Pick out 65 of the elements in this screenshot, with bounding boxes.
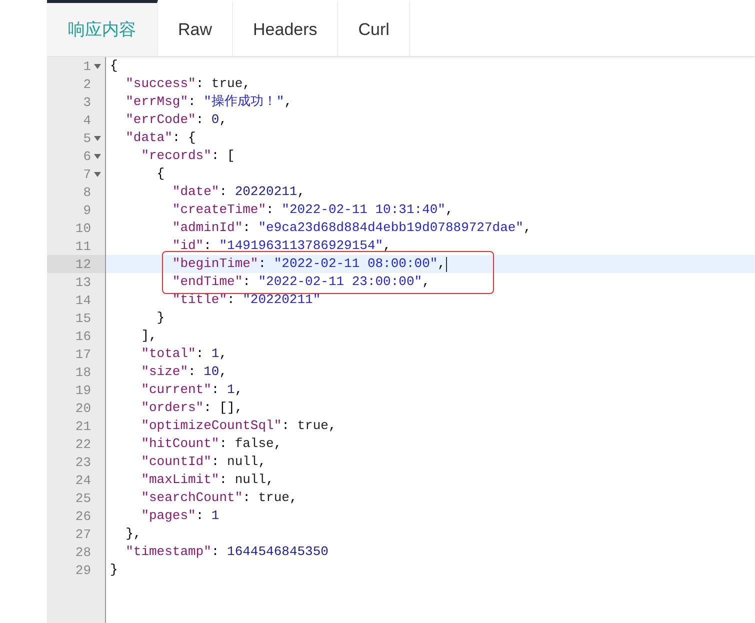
line-number: 27 <box>75 526 91 542</box>
line-number: 29 <box>75 562 91 578</box>
code-line: "maxLimit": null, <box>141 471 274 489</box>
code-line: "data": { <box>126 129 196 147</box>
code-line: } <box>110 561 118 579</box>
fold-arrow-icon[interactable] <box>94 136 101 140</box>
tab[interactable]: Headers <box>233 0 338 56</box>
line-number: 20 <box>75 400 91 416</box>
line-number: 19 <box>75 382 91 398</box>
line-number: 3 <box>83 94 91 110</box>
code-line: { <box>110 57 118 75</box>
code-line: "timestamp": 1644546845350 <box>126 543 328 561</box>
code-line: "beginTime": "2022-02-11 08:00:00", <box>172 255 446 273</box>
code-line: "total": 1, <box>141 345 228 363</box>
line-number: 12 <box>75 256 91 272</box>
code-line: "searchCount": true, <box>141 489 298 507</box>
code-line: "records": [ <box>141 147 235 165</box>
line-number: 11 <box>75 238 91 254</box>
line-number: 13 <box>75 274 91 290</box>
code-line: "endTime": "2022-02-11 23:00:00", <box>172 273 430 291</box>
code-line: "size": 10, <box>141 363 228 381</box>
code-line: "adminId": "e9ca23d68d884d4ebb19d07889727dae", <box>172 219 532 237</box>
line-number: 5 <box>83 130 91 146</box>
code-line: } <box>156 309 165 327</box>
code-line: }, <box>126 525 142 543</box>
line-number: 14 <box>75 292 91 308</box>
code-line: "optimizeCountSql": true, <box>141 417 336 435</box>
line-number: 15 <box>75 310 91 326</box>
code-line: "success": true, <box>126 75 250 93</box>
line-number: 2 <box>83 76 91 92</box>
tab[interactable]: Curl <box>338 0 410 56</box>
line-number: 16 <box>75 328 91 344</box>
line-number: 8 <box>83 184 91 200</box>
code-line: "errMsg": "操作成功！", <box>126 93 292 111</box>
line-number: 22 <box>75 436 91 452</box>
code-line: "id": "1491963113786929154", <box>172 237 391 255</box>
line-number: 4 <box>83 112 91 128</box>
line-number: 24 <box>75 472 91 488</box>
line-number: 6 <box>83 148 91 164</box>
code-line: "hitCount": false, <box>141 435 282 453</box>
code-line: "date": 20220211, <box>172 183 306 201</box>
code-line: "pages": 1 <box>141 507 220 525</box>
code-line: { <box>156 165 165 183</box>
code-line: "title": "20220211" <box>172 291 321 309</box>
fold-arrow-icon[interactable] <box>94 172 101 176</box>
fold-arrow-icon[interactable] <box>94 154 101 158</box>
line-number: 17 <box>75 346 91 362</box>
code-line: "countId": null, <box>141 453 266 471</box>
code-line: "errCode": 0, <box>126 111 228 129</box>
line-number: 26 <box>75 508 91 524</box>
code-line: "createTime": "2022-02-11 10:31:40", <box>172 201 454 219</box>
code-line: "orders": [], <box>141 399 243 417</box>
line-number: 21 <box>75 418 91 434</box>
line-number: 28 <box>75 544 91 560</box>
line-number: 23 <box>75 454 91 470</box>
line-number: 9 <box>83 202 91 218</box>
code-line: ], <box>141 327 157 345</box>
code-line: "current": 1, <box>141 381 243 399</box>
fold-arrow-icon[interactable] <box>94 64 101 68</box>
line-number: 1 <box>83 58 91 74</box>
tab[interactable]: Raw <box>158 0 234 56</box>
line-number: 25 <box>75 490 91 506</box>
line-number: 7 <box>83 166 91 182</box>
line-number: 10 <box>75 220 91 236</box>
line-number: 18 <box>75 364 91 380</box>
